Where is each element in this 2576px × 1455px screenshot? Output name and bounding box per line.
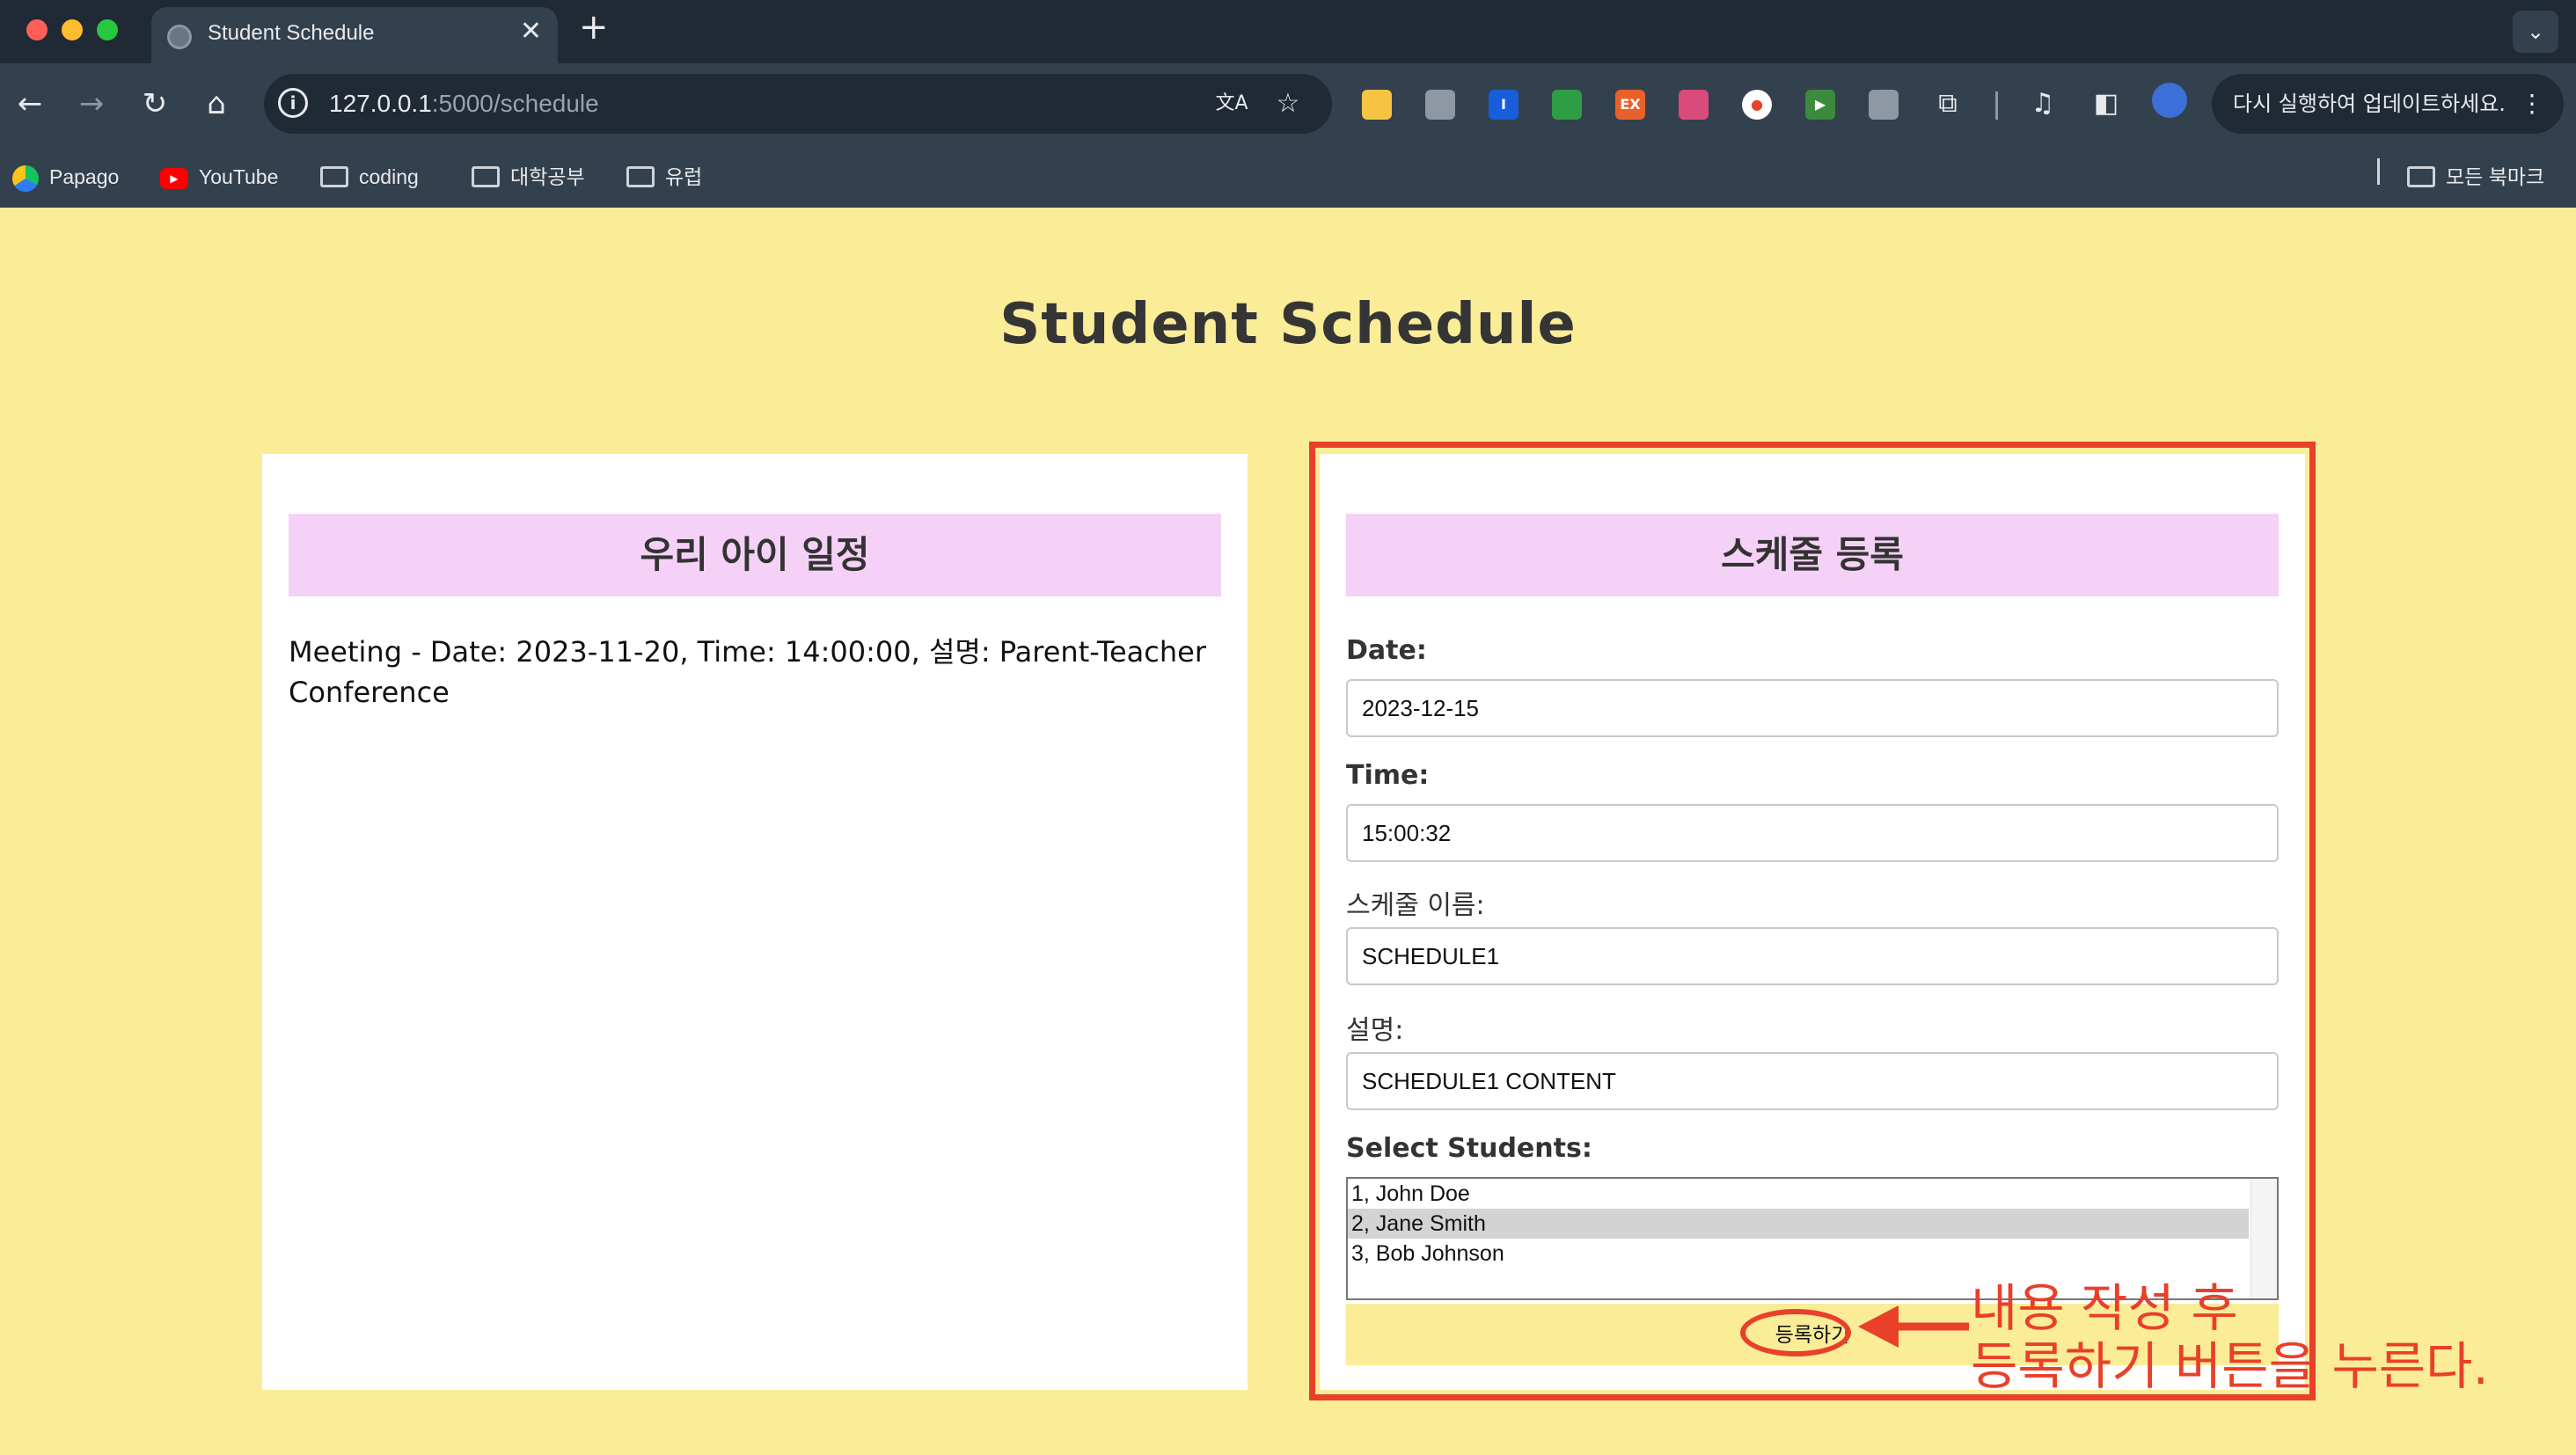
- update-button-label: 다시 실행하여 업데이트하세요.: [2233, 91, 2506, 116]
- bookmarks-divider: [2377, 158, 2380, 185]
- record-extension-icon[interactable]: ●: [1742, 90, 1772, 120]
- forward-arrow-icon[interactable]: →: [70, 83, 113, 125]
- profile-avatar[interactable]: [2148, 83, 2191, 125]
- all-bookmarks[interactable]: 모든 북마크: [2407, 162, 2544, 192]
- tab-search-button[interactable]: ⌄: [2513, 11, 2558, 53]
- bitwarden-extension-icon[interactable]: I: [1489, 90, 1519, 120]
- folder-icon: [320, 165, 348, 187]
- address-bar[interactable]: i 127.0.0.1:5000/schedule 文A ☆: [264, 74, 1332, 134]
- extensions-puzzle-icon[interactable]: ⧉: [1927, 83, 1969, 125]
- papago-icon: [12, 165, 39, 192]
- schedule-list-card: 우리 아이 일정 Meeting - Date: 2023-11-20, Tim…: [262, 454, 1248, 1390]
- bookmark-youtube[interactable]: ▶ YouTube: [160, 162, 278, 192]
- translate-icon[interactable]: 文A: [1214, 86, 1249, 121]
- side-panel-icon[interactable]: ◧: [2085, 83, 2127, 125]
- minimize-window-button[interactable]: [62, 19, 83, 40]
- update-button[interactable]: 다시 실행하여 업데이트하세요. ⋮: [2212, 74, 2564, 134]
- media-control-icon[interactable]: ♫: [2022, 83, 2064, 125]
- back-arrow-icon[interactable]: ←: [9, 83, 51, 125]
- schedule-entry: Meeting - Date: 2023-11-20, Time: 14:00:…: [289, 635, 1206, 709]
- bookmark-university[interactable]: 대학공부: [472, 162, 585, 192]
- note-extension-icon[interactable]: [1362, 90, 1392, 120]
- reload-icon[interactable]: ↻: [134, 83, 176, 125]
- folder-icon: [2407, 165, 2435, 187]
- schedule-list-heading: 우리 아이 일정: [289, 514, 1221, 596]
- annotation-arrow-icon: [1858, 1305, 1969, 1348]
- annotation-text-line2: 등록하기 버튼을 누른다.: [1971, 1336, 2489, 1396]
- tab-title: Student Schedule: [208, 21, 375, 45]
- site-info-icon[interactable]: i: [278, 88, 308, 118]
- browser-tab[interactable]: Student Schedule ✕: [151, 7, 558, 63]
- maximize-window-button[interactable]: [97, 19, 118, 40]
- toolbar-divider: [1995, 91, 1998, 120]
- annotation-ellipse: [1740, 1309, 1851, 1356]
- page-title: Student Schedule: [999, 292, 1577, 357]
- globe-icon: [167, 25, 192, 49]
- close-window-button[interactable]: [26, 19, 48, 40]
- annotation-highlight-box: [1309, 442, 2316, 1400]
- bookmark-star-icon[interactable]: ☆: [1270, 86, 1306, 121]
- bookmark-europe[interactable]: 유럽: [626, 162, 702, 192]
- url-text[interactable]: 127.0.0.1:5000/schedule: [329, 90, 599, 118]
- green-extension-icon[interactable]: [1552, 90, 1582, 120]
- bookmark-coding[interactable]: coding: [320, 162, 419, 192]
- folder-icon: [626, 165, 655, 187]
- tab-close-icon[interactable]: ✕: [520, 16, 542, 47]
- palette-extension-icon[interactable]: [1679, 90, 1709, 120]
- youtube-icon: ▶: [160, 167, 188, 189]
- ex-extension-icon[interactable]: EX: [1615, 90, 1645, 120]
- folder-icon: [472, 165, 500, 187]
- more-menu-icon[interactable]: ⋮: [2520, 74, 2544, 134]
- play-extension-icon[interactable]: ▶: [1805, 90, 1835, 120]
- tab-bar: Student Schedule ✕ + ⌄: [0, 0, 2576, 63]
- bookmarks-bar: Papago ▶ YouTube coding 대학공부 유럽 모든 북마크: [0, 146, 2576, 208]
- browser-toolbar: ← → ↻ ⌂ i 127.0.0.1:5000/schedule 文A ☆ I…: [0, 63, 2576, 146]
- home-icon[interactable]: ⌂: [195, 83, 238, 125]
- cursor-extension-icon[interactable]: [1869, 90, 1899, 120]
- new-tab-button[interactable]: +: [579, 7, 609, 48]
- camera-extension-icon[interactable]: [1425, 90, 1455, 120]
- bookmark-papago[interactable]: Papago: [12, 162, 119, 192]
